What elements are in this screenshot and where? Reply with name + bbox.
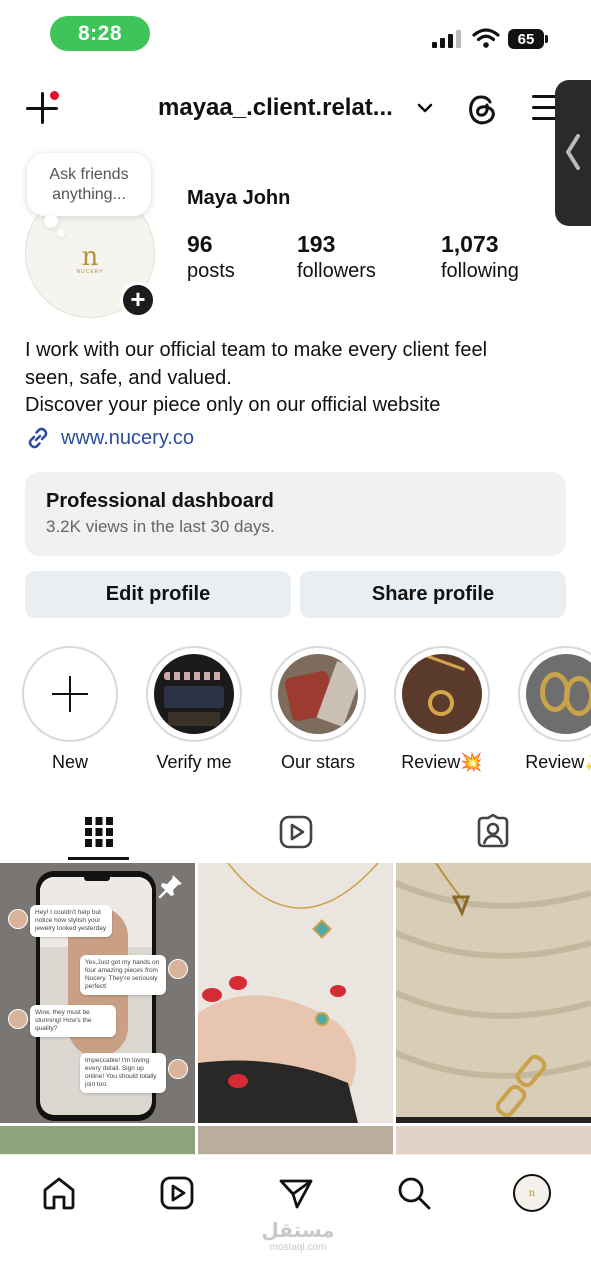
link-text[interactable]: www.nucery.co (61, 427, 194, 450)
bio-line: I work with our official team to make ev… (25, 339, 488, 361)
watermark-latin: mostaql.com (269, 1242, 327, 1253)
highlight-new[interactable]: New (21, 646, 119, 773)
grid-icon (84, 817, 113, 847)
plus-icon (52, 676, 88, 712)
highlight-cover (402, 654, 482, 734)
highlight-label: Our stars (280, 752, 355, 772)
highlight-label: Review💥 (401, 752, 483, 772)
watermark-arabic: مستقل (261, 1220, 335, 1242)
followers-stat[interactable]: 193 followers (297, 230, 376, 284)
battery-indicator: 65 (508, 29, 544, 49)
highlight-label: New (51, 752, 88, 772)
tab-posts-grid[interactable] (0, 806, 197, 858)
cellular-signal-icon (432, 28, 461, 48)
account-switcher-username[interactable]: mayaa_.client.relat... (158, 94, 393, 122)
dashboard-title: Professional dashboard (46, 490, 274, 512)
tagged-icon (477, 814, 508, 848)
highlight-ring (270, 646, 366, 742)
avatar-logo: n (81, 242, 99, 272)
nav-messages[interactable] (276, 1173, 316, 1213)
post-tile-row2[interactable] (0, 1126, 195, 1156)
following-label: following (441, 260, 519, 282)
watermark: مستقل mostaql.com (258, 1220, 338, 1253)
followers-label: followers (297, 260, 376, 282)
profile-link[interactable]: www.nucery.co (25, 425, 194, 451)
battery-nub (545, 35, 548, 43)
messages-icon (279, 1179, 313, 1209)
chat-bubble: Hey! I couldn't help but notice how styl… (30, 905, 112, 937)
bio-line: seen, safe, and valued. (25, 366, 232, 389)
chevron-down-icon[interactable] (416, 99, 434, 117)
highlight-review-1[interactable]: Review💥 (393, 646, 491, 773)
link-icon (28, 427, 48, 449)
nav-home[interactable] (39, 1173, 79, 1213)
highlight-ring (518, 646, 591, 742)
chat-bubble: Impeccable! I'm loving every detail. Sig… (80, 1053, 166, 1093)
side-panel-handle[interactable] (555, 80, 591, 226)
posts-label: posts (187, 260, 235, 282)
active-tab-indicator (68, 857, 129, 860)
add-story-button[interactable]: + (120, 282, 156, 318)
post-tile-row2[interactable] (396, 1126, 591, 1156)
share-profile-button[interactable]: Share profile (300, 571, 566, 618)
highlight-ring (394, 646, 490, 742)
edit-profile-button[interactable]: Edit profile (25, 571, 291, 618)
note-bubble-tail-small (57, 229, 65, 237)
reels-icon (160, 1176, 194, 1210)
highlight-review-2[interactable]: Review✨ (517, 646, 591, 773)
highlight-cover (278, 654, 358, 734)
highlight-our-stars[interactable]: Our stars (269, 646, 367, 773)
following-count: 1,073 (441, 231, 499, 257)
dashboard-subtitle: 3.2K views in the last 30 days. (46, 517, 275, 536)
chevron-left-icon (566, 134, 580, 170)
followers-count: 193 (297, 231, 336, 257)
tab-tagged[interactable] (394, 806, 591, 858)
tab-reels[interactable] (197, 806, 394, 858)
highlight-label: Verify me (156, 752, 232, 772)
highlight-label: Review✨ (525, 752, 591, 772)
nav-profile[interactable]: n (512, 1173, 552, 1213)
professional-dashboard[interactable]: Professional dashboard 3.2K views in the… (25, 472, 566, 556)
status-time: 8:28 (50, 16, 150, 51)
posts-count: 96 (187, 231, 213, 257)
posts-stat[interactable]: 96 posts (187, 230, 235, 284)
avatar-wordmark: NUCERY (76, 269, 104, 275)
search-icon (398, 1177, 431, 1210)
highlight-ring (22, 646, 118, 742)
post-image-necklace-ring (198, 863, 379, 1123)
wifi-icon (472, 28, 500, 48)
bottom-navigation: n (0, 1154, 591, 1280)
display-name: Maya John (187, 187, 291, 209)
highlight-cover (526, 654, 591, 734)
post-tile-row2[interactable] (198, 1126, 393, 1156)
profile-bio: I work with our official team to make ev… (25, 337, 565, 420)
note-bubble-tail (44, 214, 58, 228)
profile-avatar-icon: n (513, 1174, 551, 1212)
highlight-verify-me[interactable]: Verify me (145, 646, 243, 773)
nav-search[interactable] (394, 1173, 434, 1213)
nav-reels[interactable] (157, 1173, 197, 1213)
home-icon (43, 1177, 75, 1210)
pin-icon (158, 875, 182, 899)
post-tile[interactable] (198, 863, 393, 1123)
highlight-cover (154, 654, 234, 734)
note-bubble[interactable]: Ask friends anything... (27, 153, 151, 216)
highlight-ring (146, 646, 242, 742)
post-tile[interactable] (396, 863, 591, 1123)
chat-bubble: Wow, they must be stunning! How's the qu… (30, 1005, 116, 1037)
threads-icon[interactable] (463, 90, 501, 128)
post-image-sweater-chain (396, 863, 591, 1123)
post-tile-pinned[interactable]: Hey! I couldn't help but notice how styl… (0, 863, 195, 1123)
reels-icon (279, 815, 312, 849)
notification-dot (48, 89, 61, 102)
following-stat[interactable]: 1,073 following (441, 230, 519, 284)
bio-line: Discover your piece only on our official… (25, 394, 441, 416)
chat-bubble: Yes,Just got my hands on four amazing pi… (80, 955, 166, 995)
